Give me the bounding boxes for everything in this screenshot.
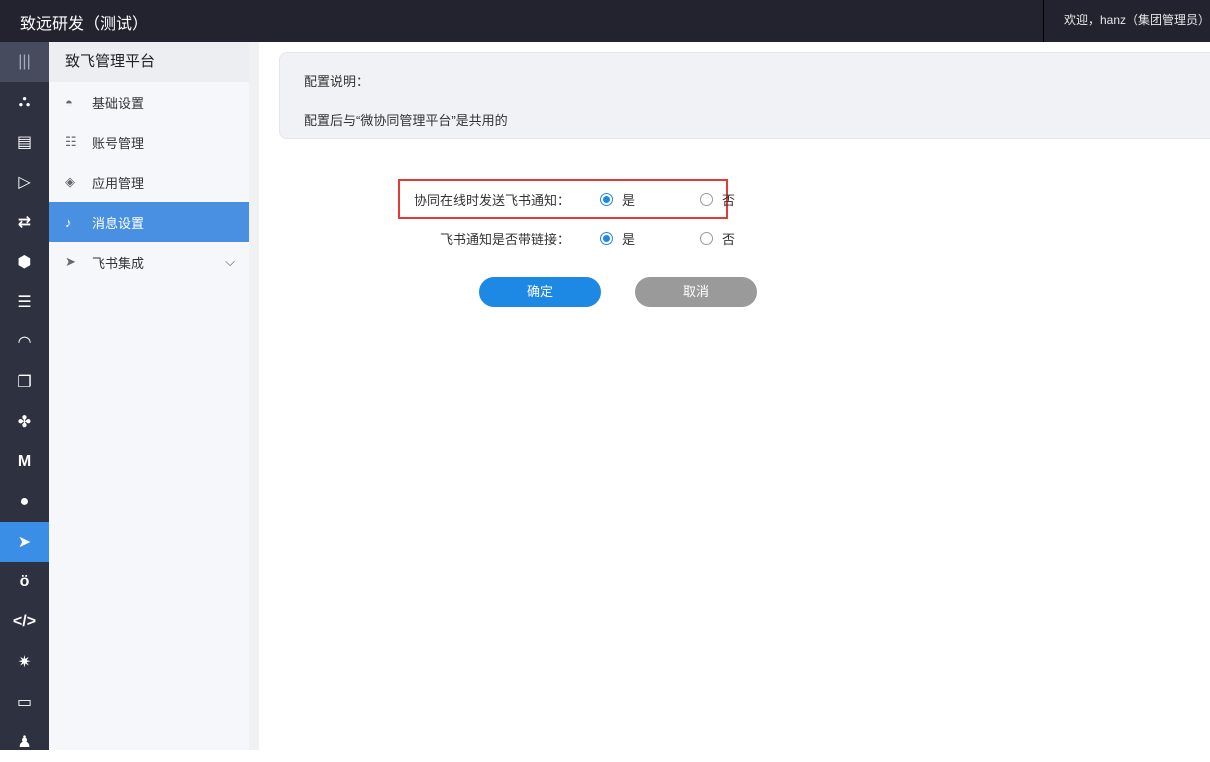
radio-dot[interactable] bbox=[600, 193, 613, 206]
sidebar: 致飞管理平台 ◓ 基础设置 ☷ 账号管理 ◈ 应用管理 ♪ 消息设置 ➤ 飞书集成 ⌵ bbox=[49, 42, 249, 750]
file-icon[interactable]: ❐ bbox=[0, 362, 49, 402]
sidebar-item-label: 飞书集成 bbox=[92, 255, 145, 271]
user-icon[interactable]: ♟ bbox=[0, 722, 49, 762]
feishu-icon[interactable]: ➤ bbox=[0, 522, 49, 562]
config-note-title: 配置说明： bbox=[304, 74, 370, 89]
flow-icon[interactable]: ⇄ bbox=[0, 202, 49, 242]
config-note-text: 配置后与“微协同管理平台”是共用的 bbox=[304, 113, 508, 128]
sidebar-item-feishu[interactable]: ➤ 飞书集成 ⌵ bbox=[49, 242, 249, 282]
panel-icon[interactable]: ▤ bbox=[0, 122, 49, 162]
radio-label: 否 bbox=[722, 193, 736, 208]
send-icon: ➤ bbox=[65, 254, 76, 269]
gear-icon[interactable]: ✷ bbox=[0, 642, 49, 682]
sidebar-item-label: 账号管理 bbox=[92, 135, 145, 151]
radio-dot[interactable] bbox=[700, 232, 713, 245]
radio-label: 是 bbox=[622, 193, 636, 208]
form-row-with-link: 飞书通知是否带链接： 是 否 bbox=[390, 229, 770, 248]
radio-yes[interactable]: 是 bbox=[600, 229, 670, 248]
account-icon: ☷ bbox=[65, 134, 77, 149]
cancel-button[interactable]: 取消 bbox=[635, 277, 757, 307]
app-title: 致远研发（测试） bbox=[20, 16, 149, 33]
radio-yes[interactable]: 是 bbox=[600, 190, 670, 209]
sidebar-title: 致飞管理平台 bbox=[49, 42, 249, 82]
apps-icon[interactable]: ✤ bbox=[0, 402, 49, 442]
chevron-down-icon: ⌵ bbox=[225, 254, 235, 269]
sidebar-item-label: 基础设置 bbox=[92, 95, 145, 111]
form-label: 协同在线时发送飞书通知： bbox=[413, 193, 570, 208]
top-bar: 致远研发（测试） 欢迎，hanz（集团管理员） bbox=[0, 0, 1210, 42]
sidebar-item-basic[interactable]: ◓ 基础设置 bbox=[49, 82, 249, 122]
radio-dot[interactable] bbox=[600, 232, 613, 245]
app-icon: ◈ bbox=[65, 174, 75, 189]
wechat-icon[interactable]: ● bbox=[0, 482, 49, 522]
cap-icon[interactable]: ⬢ bbox=[0, 242, 49, 282]
sidebar-item-account[interactable]: ☷ 账号管理 bbox=[49, 122, 249, 162]
org-icon[interactable]: ⛬ bbox=[0, 82, 49, 122]
user-welcome[interactable]: 欢迎，hanz（集团管理员） bbox=[1043, 0, 1210, 42]
robot-icon[interactable]: ö bbox=[0, 562, 49, 602]
send-outline-icon[interactable]: ▷ bbox=[0, 162, 49, 202]
radio-label: 否 bbox=[722, 232, 736, 247]
icon-rail: ||| ⛬ ▤ ▷ ⇄ ⬢ ☰ ◠ ❐ ✤ M ● ➤ ö </> ✷ ▭ ♟ bbox=[0, 42, 49, 751]
sidebar-item-label: 应用管理 bbox=[92, 175, 145, 191]
laptop-icon[interactable]: ▭ bbox=[0, 682, 49, 722]
sidebar-item-message[interactable]: ♪ 消息设置 bbox=[49, 202, 249, 242]
config-note: 配置说明： 配置后与“微协同管理平台”是共用的 bbox=[279, 52, 1210, 139]
form-label: 飞书通知是否带链接： bbox=[439, 232, 570, 247]
dashboard-icon: ◓ bbox=[65, 94, 73, 110]
m-icon[interactable]: M bbox=[0, 442, 49, 482]
radio-no[interactable]: 否 bbox=[700, 190, 770, 209]
radio-dot[interactable] bbox=[700, 193, 713, 206]
form-row-send-notice: 协同在线时发送飞书通知： 是 否 bbox=[390, 190, 770, 209]
gauge-icon[interactable]: ◠ bbox=[0, 322, 49, 362]
sidebar-item-label: 消息设置 bbox=[92, 215, 145, 231]
radio-label: 是 bbox=[622, 232, 636, 247]
code-icon[interactable]: </> bbox=[0, 602, 49, 642]
sidebar-item-app[interactable]: ◈ 应用管理 bbox=[49, 162, 249, 202]
radio-no[interactable]: 否 bbox=[700, 229, 770, 248]
db-icon[interactable]: ☰ bbox=[0, 282, 49, 322]
confirm-button[interactable]: 确定 bbox=[479, 277, 601, 307]
bell-icon: ♪ bbox=[65, 214, 72, 230]
menu-icon[interactable]: ||| bbox=[0, 42, 49, 82]
divider bbox=[249, 42, 259, 750]
